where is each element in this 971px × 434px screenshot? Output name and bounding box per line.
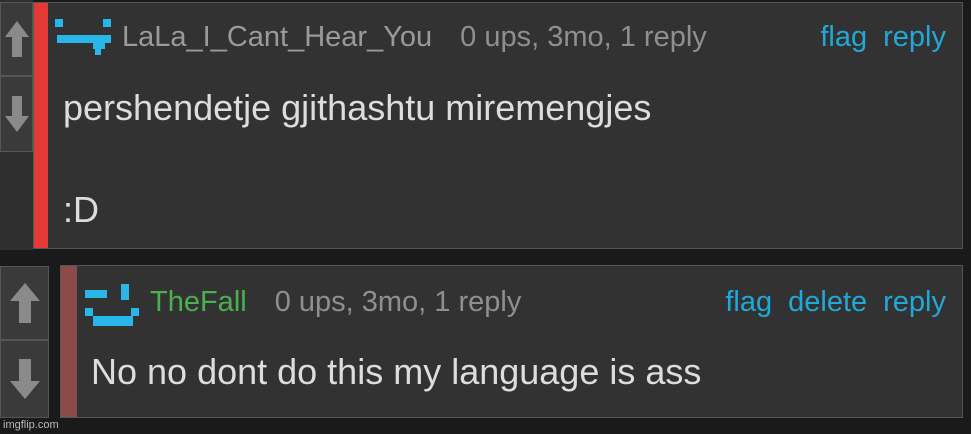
comment-stripe [34, 3, 48, 248]
comment-text-line: pershendetje gjithashtu miremengjes [63, 87, 652, 128]
downvote-arrow-icon [9, 359, 40, 399]
delete-button[interactable]: delete [788, 286, 867, 319]
comment-meta: 0 ups, 3mo, 1 reply [274, 286, 522, 318]
upvote-button[interactable] [0, 266, 49, 340]
watermark: imgflip.com [3, 419, 59, 431]
reply-button[interactable]: reply [883, 286, 946, 319]
comment-text-line: :D [63, 189, 99, 230]
comment: LaLa_I_Cant_Hear_You 0 ups, 3mo, 1 reply… [33, 2, 963, 249]
upvote-button[interactable] [0, 2, 33, 76]
username-link[interactable]: TheFall [150, 286, 247, 319]
comment-text-line: No no dont do this my language is ass [91, 351, 702, 392]
vote-column [0, 0, 33, 250]
comment-stripe [61, 266, 77, 417]
comment-meta: 0 ups, 3mo, 1 reply [460, 21, 707, 53]
downvote-arrow-icon [4, 96, 29, 132]
upvote-arrow-icon [4, 21, 29, 57]
upvote-arrow-icon [9, 283, 40, 323]
pixel-face-icon [55, 19, 111, 55]
flag-button[interactable]: flag [725, 286, 772, 319]
pixel-face-icon [85, 284, 139, 326]
downvote-button[interactable] [0, 76, 33, 152]
vote-column [0, 266, 49, 418]
flag-button[interactable]: flag [820, 21, 867, 54]
reply-button[interactable]: reply [883, 21, 946, 54]
downvote-button[interactable] [0, 340, 49, 418]
comment: TheFall 0 ups, 3mo, 1 reply flag delete … [60, 265, 963, 418]
username-link[interactable]: LaLa_I_Cant_Hear_You [122, 21, 432, 54]
